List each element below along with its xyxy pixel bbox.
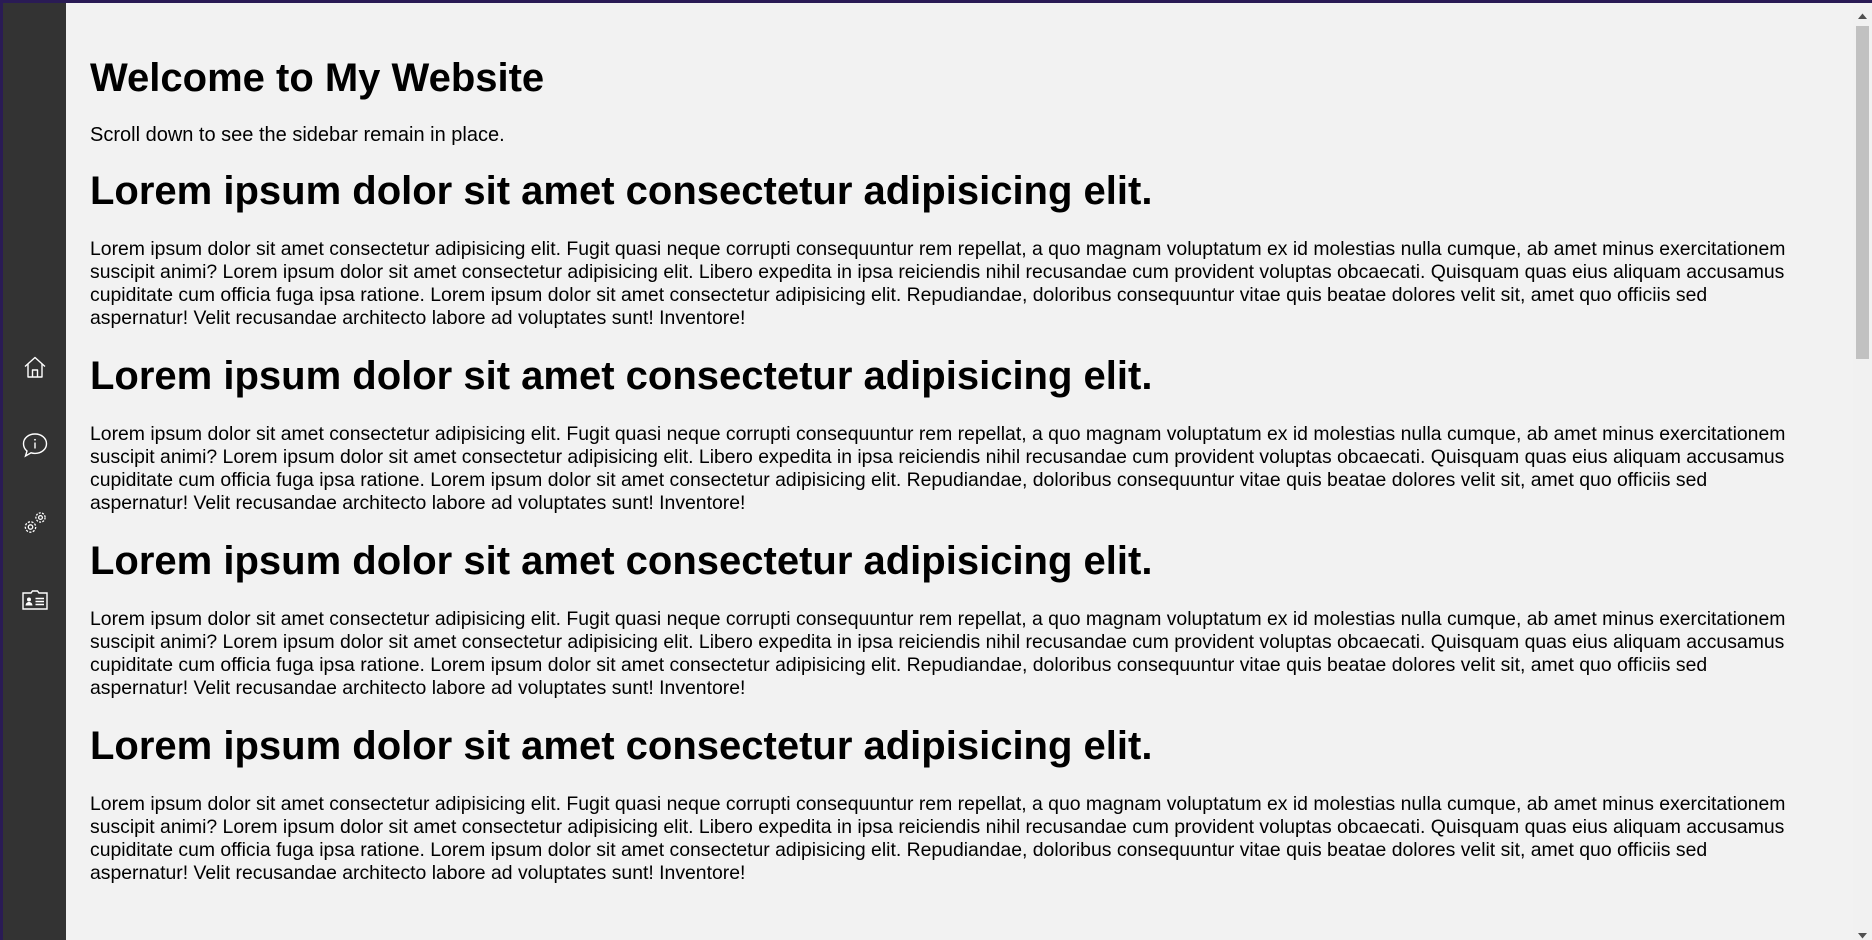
page-title: Welcome to My Website bbox=[90, 56, 545, 100]
intro-text: Scroll down to see the sidebar remain in… bbox=[90, 124, 505, 146]
content-section: Lorem ipsum dolor sit amet consectetur a… bbox=[90, 722, 1810, 885]
info-icon bbox=[21, 431, 49, 459]
scroll-down-button[interactable] bbox=[1853, 926, 1872, 940]
main-content: Welcome to My Website Scroll down to see… bbox=[90, 3, 1810, 885]
content-section: Lorem ipsum dolor sit amet consectetur a… bbox=[90, 537, 1810, 700]
section-heading: Lorem ipsum dolor sit amet consectetur a… bbox=[90, 354, 1153, 398]
sidebar-item-about[interactable] bbox=[3, 423, 66, 467]
sidebar-item-contact[interactable] bbox=[3, 578, 66, 622]
sidebar bbox=[3, 3, 66, 940]
sidebar-item-services[interactable] bbox=[3, 501, 66, 545]
home-icon bbox=[22, 354, 48, 380]
section-heading: Lorem ipsum dolor sit amet consectetur a… bbox=[90, 724, 1153, 768]
section-heading: Lorem ipsum dolor sit amet consectetur a… bbox=[90, 169, 1153, 213]
content-section: Lorem ipsum dolor sit amet consectetur a… bbox=[90, 352, 1810, 515]
section-body: Lorem ipsum dolor sit amet consectetur a… bbox=[90, 423, 1786, 514]
scroll-up-arrow-icon bbox=[1858, 6, 1867, 24]
sidebar-item-home[interactable] bbox=[3, 345, 66, 389]
section-body: Lorem ipsum dolor sit amet consectetur a… bbox=[90, 793, 1786, 884]
scroll-down-arrow-icon bbox=[1858, 926, 1867, 940]
scrollbar-thumb[interactable] bbox=[1856, 26, 1869, 359]
contact-card-icon bbox=[21, 588, 49, 612]
gears-icon bbox=[21, 509, 49, 537]
section-heading: Lorem ipsum dolor sit amet consectetur a… bbox=[90, 539, 1153, 583]
vertical-scrollbar[interactable] bbox=[1853, 6, 1872, 940]
section-body: Lorem ipsum dolor sit amet consectetur a… bbox=[90, 238, 1786, 329]
content-section: Lorem ipsum dolor sit amet consectetur a… bbox=[90, 167, 1810, 330]
browser-viewport: Welcome to My Website Scroll down to see… bbox=[0, 0, 1872, 940]
scroll-up-button[interactable] bbox=[1853, 6, 1872, 23]
section-body: Lorem ipsum dolor sit amet consectetur a… bbox=[90, 608, 1786, 699]
